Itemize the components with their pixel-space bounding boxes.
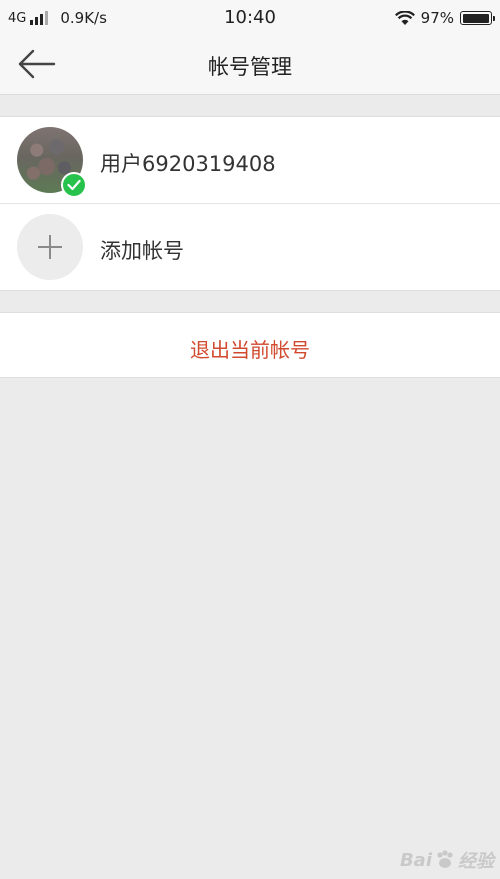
watermark-text-right: 经验 [458, 851, 494, 872]
status-bar: 4G 0.9K/s 10:40 97% [0, 0, 500, 36]
check-icon [61, 172, 87, 198]
battery-fill [462, 13, 489, 23]
battery-percent: 97% [420, 9, 454, 27]
plus-icon [17, 214, 83, 280]
logout-label: 退出当前帐号 [190, 338, 310, 362]
watermark-text-left: Bai [399, 849, 432, 871]
account-row[interactable]: 用户6920319408 [0, 117, 500, 203]
wifi-icon [394, 10, 415, 25]
battery-icon [460, 11, 495, 25]
logout-button[interactable]: 退出当前帐号 [0, 312, 500, 378]
add-account-label: 添加帐号 [100, 239, 184, 263]
nav-bar: 帐号管理 [0, 36, 500, 95]
baidu-watermark: Bai 经验 [400, 847, 494, 873]
account-name: 用户6920319408 [100, 152, 276, 176]
add-account-button[interactable]: 添加帐号 [0, 203, 500, 290]
status-right: 97% [394, 9, 495, 27]
page-title: 帐号管理 [208, 55, 292, 79]
paw-icon [437, 850, 453, 868]
account-list: 用户6920319408 添加帐号 [0, 116, 500, 291]
